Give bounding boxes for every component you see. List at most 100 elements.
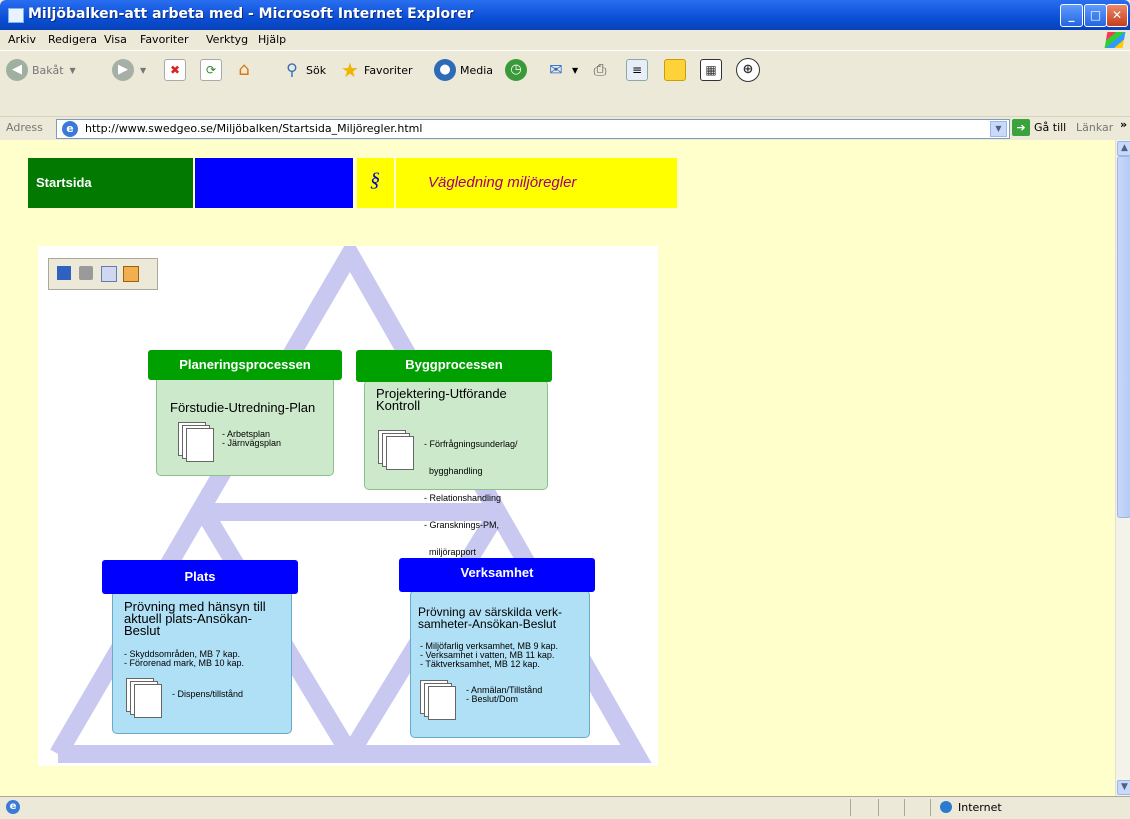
nav-paragraph-button[interactable]: § — [357, 158, 394, 208]
go-arrow-icon[interactable]: ➔ — [1012, 119, 1030, 136]
print-icon: ⎙ — [593, 60, 607, 79]
toolbar-overflow-icon[interactable]: » — [1120, 118, 1127, 131]
maximize-button[interactable]: □ — [1084, 4, 1107, 27]
menu-verktyg[interactable]: Verktyg — [206, 33, 248, 46]
verksamhet-title: Prövning av särskilda verk- samheter-Ans… — [418, 606, 562, 630]
back-label: Bakåt — [32, 63, 64, 77]
refresh-button[interactable]: ⟳ — [200, 57, 222, 83]
menu-arkiv[interactable]: Arkiv — [8, 33, 36, 46]
globe-icon: ⊕ — [736, 58, 760, 82]
star-icon: ★ — [341, 58, 359, 82]
scroll-down-icon[interactable]: ▼ — [1117, 780, 1130, 795]
documents-icon — [378, 430, 414, 470]
favorites-button[interactable]: ★ Favoriter — [340, 57, 412, 83]
folder-icon[interactable] — [123, 266, 139, 282]
vertical-scrollbar[interactable]: ▲ ▼ — [1115, 140, 1130, 796]
search-button[interactable]: ⚲ Sök — [282, 57, 326, 83]
mail-button[interactable]: ✉ ▼ — [546, 57, 578, 83]
mail-icon[interactable] — [101, 266, 117, 282]
address-input[interactable]: e http://www.swedgeo.se/Miljöbalken/Star… — [56, 119, 1010, 139]
planering-title: Förstudie-Utredning-Plan — [170, 400, 316, 415]
minimize-button[interactable]: _ — [1060, 4, 1083, 27]
menu-visa[interactable]: Visa — [104, 33, 127, 46]
doc-item: - Dispens/tillstånd — [172, 689, 244, 699]
doc-item: - Järnvägsplan — [222, 438, 282, 448]
refresh-icon: ⟳ — [200, 59, 222, 81]
verksamhet-items: - Miljöfarlig verksamhet, MB 9 kap. - Ve… — [420, 642, 558, 669]
paragraph-sign: § — [370, 169, 380, 191]
note-icon — [664, 59, 686, 81]
search-icon: ⚲ — [286, 60, 298, 79]
forward-arrow-icon: ▶ — [112, 59, 134, 81]
doc-item: - Förfrågningsunderlag/ — [424, 439, 518, 449]
discuss-button[interactable] — [664, 57, 686, 83]
verksamhet-header: Verksamhet — [399, 558, 595, 592]
nav-guide-button[interactable]: Vägledning miljöregler — [396, 158, 677, 208]
bygg-docs: - Förfrågningsunderlag/ bygghandling - R… — [424, 422, 518, 575]
go-button[interactable]: Gå till — [1034, 121, 1066, 134]
planering-header: Planeringsprocessen — [148, 350, 342, 380]
ie-logo-icon: e — [62, 121, 78, 137]
media-icon: ● — [434, 59, 456, 81]
messenger-button[interactable]: ▦ — [700, 57, 722, 83]
menu-redigera[interactable]: Redigera — [48, 33, 97, 46]
media-button[interactable]: ● Media — [434, 57, 493, 83]
stop-icon: ✖ — [164, 59, 186, 81]
planering-docs: - Arbetsplan - Järnvägsplan — [222, 430, 281, 448]
bygg-header: Byggprocessen — [356, 350, 552, 382]
print-button[interactable]: ⎙ — [590, 57, 610, 83]
bygg-title-line: Kontroll — [376, 398, 421, 413]
print-icon[interactable] — [79, 266, 93, 280]
chevron-down-icon: ▼ — [572, 65, 579, 75]
address-bar: Adress e http://www.swedgeo.se/Miljöbalk… — [0, 116, 1130, 139]
links-button[interactable]: Länkar — [1076, 121, 1113, 134]
grid-icon: ▦ — [700, 59, 722, 81]
plats-title: Prövning med hänsyn till aktuell plats-A… — [124, 600, 266, 638]
documents-icon — [178, 422, 214, 462]
menu-hjalp[interactable]: Hjälp — [258, 33, 286, 46]
media-label: Media — [460, 63, 494, 77]
back-arrow-icon: ◀ — [6, 59, 28, 81]
scroll-thumb[interactable] — [1117, 156, 1130, 518]
menu-favoriter[interactable]: Favoriter — [140, 33, 188, 46]
chevron-down-icon: ▼ — [69, 65, 76, 75]
windows-logo-icon — [1104, 32, 1126, 48]
page-status-icon: e — [6, 800, 20, 814]
stop-button[interactable]: ✖ — [164, 57, 186, 83]
bygg-title: Projektering-Utförande Kontroll — [376, 387, 507, 413]
doc-item: miljörapport — [424, 547, 477, 557]
save-icon[interactable] — [57, 266, 71, 280]
list-item: - Täktverksamhet, MB 12 kap. — [420, 659, 540, 669]
documents-icon — [126, 678, 162, 718]
history-icon: ◷ — [505, 59, 527, 81]
history-button[interactable]: ◷ — [505, 57, 527, 83]
home-button[interactable]: ⌂ — [234, 57, 254, 83]
home-icon: ⌂ — [238, 59, 250, 80]
scroll-up-icon[interactable]: ▲ — [1117, 141, 1130, 156]
chevron-down-icon: ▼ — [140, 65, 147, 75]
plats-docs: - Dispens/tillstånd — [172, 690, 243, 699]
research-button[interactable]: ⊕ — [736, 57, 760, 83]
edit-icon: ≡ — [626, 59, 648, 81]
plats-items: - Skyddsområden, MB 7 kap. - Förorenad m… — [124, 650, 244, 668]
plats-title-line: Beslut — [124, 623, 161, 638]
nav-home-label: Startsida — [36, 175, 92, 190]
mail-icon: ✉ — [549, 60, 563, 79]
verksamhet-title-line: samheter-Ansökan-Beslut — [418, 617, 557, 631]
title-bar: Miljöbalken-att arbeta med - Microsoft I… — [0, 0, 1130, 30]
nav-home-button[interactable]: Startsida — [28, 158, 193, 208]
close-button[interactable]: ✕ — [1106, 4, 1128, 27]
search-label: Sök — [306, 63, 327, 77]
security-zone-label: Internet — [958, 801, 1002, 814]
dropdown-arrow-icon[interactable]: ▼ — [990, 121, 1007, 137]
toolbar: ◀ Bakåt ▼ ▶ ▼ ✖ ⟳ ⌂ ⚲ Sök ★ Favoriter ● … — [0, 50, 1130, 117]
nav-blue-cell[interactable] — [195, 158, 353, 208]
edit-button[interactable]: ≡ — [626, 57, 648, 83]
process-diagram: Planeringsprocessen Förstudie-Utredning-… — [38, 246, 658, 766]
globe-icon — [940, 801, 952, 813]
back-button[interactable]: ◀ Bakåt ▼ — [6, 57, 76, 83]
status-bar: e Internet — [0, 796, 1130, 819]
forward-button[interactable]: ▶ ▼ — [112, 57, 146, 83]
page-content: Startsida § Vägledning miljöregler Plane… — [0, 140, 1115, 796]
doc-item: - Gransknings-PM, — [424, 520, 500, 530]
